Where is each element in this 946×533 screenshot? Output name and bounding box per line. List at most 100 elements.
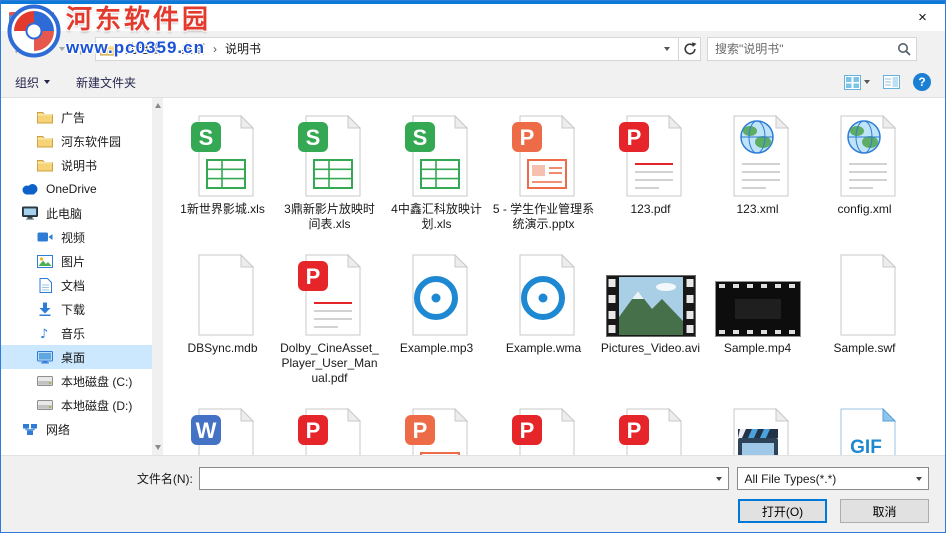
- sidebar-item-music[interactable]: ♪ 音乐: [1, 321, 163, 345]
- file-item[interactable]: Pictures_Video.avi: [597, 245, 704, 386]
- disk-icon: [36, 376, 54, 386]
- svg-text:P: P: [626, 125, 641, 150]
- change-view-button[interactable]: [844, 74, 870, 90]
- breadcrumb-item[interactable]: 说明书: [218, 38, 268, 60]
- sidebar-scrollbar[interactable]: [152, 98, 163, 455]
- file-item[interactable]: P: [276, 399, 383, 455]
- preview-pane-button[interactable]: [883, 75, 900, 89]
- file-item[interactable]: config.xml: [811, 106, 918, 232]
- help-button[interactable]: ?: [913, 73, 931, 91]
- filename-label: 文件名(N):: [136, 472, 193, 486]
- downloads-icon: [36, 302, 54, 316]
- filename-dropdown-icon[interactable]: [710, 468, 729, 489]
- sidebar-item-folder-ad[interactable]: 广告: [1, 105, 163, 129]
- address-bar[interactable]: 此电脑 › 桌面 › 说明书: [95, 37, 679, 61]
- close-button[interactable]: ×: [900, 4, 945, 31]
- sidebar-item-label: 图片: [61, 254, 86, 269]
- organize-menu[interactable]: 组织: [15, 74, 51, 91]
- svg-text:P: P: [305, 264, 320, 289]
- window-title: 打开: [31, 11, 56, 25]
- forward-button[interactable]: →: [31, 37, 55, 61]
- recent-locations-chevron-icon[interactable]: [55, 47, 69, 51]
- pdf-file-icon: P: [297, 245, 362, 337]
- sidebar-item-label: 文档: [61, 278, 86, 293]
- file-item[interactable]: Example.wma: [490, 245, 597, 386]
- gif-file-icon: GIF: [833, 399, 897, 455]
- organize-dropdown-icon: [44, 80, 51, 84]
- blank-file-icon: [191, 245, 255, 337]
- sidebar-item-desktop[interactable]: 桌面: [1, 345, 163, 369]
- sidebar-item-folder-manual[interactable]: 说明书: [1, 153, 163, 177]
- music-icon: ♪: [36, 326, 54, 340]
- sidebar-item-downloads[interactable]: 下载: [1, 297, 163, 321]
- refresh-button[interactable]: [679, 37, 701, 61]
- sidebar-item-disk-c[interactable]: 本地磁盘 (C:): [1, 369, 163, 393]
- computer-icon: [21, 206, 39, 220]
- file-item[interactable]: 123.xml: [704, 106, 811, 232]
- xml-file-icon: [726, 106, 790, 198]
- mp4-file-icon: [714, 245, 801, 337]
- scroll-down-icon[interactable]: [154, 445, 161, 450]
- sidebar-item-pictures[interactable]: 图片: [1, 249, 163, 273]
- file-item[interactable]: P: [597, 399, 704, 455]
- pptx-file-icon: P: [404, 399, 469, 455]
- file-item[interactable]: DBSync.mdb: [169, 245, 276, 386]
- file-name-label: 123.xml: [736, 202, 779, 216]
- xml-file-icon: [833, 106, 897, 198]
- blank-file-icon: [833, 245, 897, 337]
- file-name-label: 1新世界影城.xls: [180, 202, 265, 216]
- file-item[interactable]: P: [383, 399, 490, 455]
- pdf-file-icon: P: [297, 399, 362, 455]
- new-folder-label: 新建文件夹: [76, 75, 137, 90]
- sidebar-item-folder-hedong[interactable]: 河东软件园: [1, 129, 163, 153]
- file-item[interactable]: [704, 399, 811, 455]
- scroll-up-icon[interactable]: [154, 103, 161, 108]
- sidebar-item-network[interactable]: 网络: [1, 417, 163, 441]
- network-icon: [21, 423, 39, 436]
- folder-icon: [36, 134, 54, 148]
- file-item[interactable]: P Dolby_CineAsset_Player_User_Manual.pdf: [276, 245, 383, 386]
- file-item[interactable]: P 123.pdf: [597, 106, 704, 232]
- file-item[interactable]: GIF: [811, 399, 918, 455]
- back-button[interactable]: ←: [7, 37, 31, 61]
- audio-file-icon: [512, 245, 576, 337]
- sidebar-item-label: 音乐: [61, 326, 86, 341]
- svg-text:S: S: [412, 125, 427, 150]
- sidebar-item-label: 本地磁盘 (C:): [61, 374, 133, 389]
- breadcrumb: 此电脑 › 桌面 › 说明书: [118, 38, 268, 60]
- filename-input[interactable]: [198, 467, 730, 490]
- doc-file-icon: W: [190, 399, 255, 455]
- file-name-label: Pictures_Video.avi: [600, 341, 701, 355]
- filetype-value: All File Types(*.*): [744, 471, 837, 486]
- sidebar-item-disk-d[interactable]: 本地磁盘 (D:): [1, 393, 163, 417]
- file-item[interactable]: Sample.mp4: [704, 245, 811, 386]
- xls-file-icon: S: [190, 106, 255, 198]
- cancel-button[interactable]: 取消: [840, 499, 929, 523]
- app-icon: [8, 10, 24, 26]
- file-item[interactable]: Example.mp3: [383, 245, 490, 386]
- sidebar-item-this-pc[interactable]: 此电脑: [1, 201, 163, 225]
- pdf-file-icon: P: [618, 106, 683, 198]
- file-item[interactable]: S 3鼎新影片放映时间表.xls: [276, 106, 383, 232]
- file-item[interactable]: P 5 - 学生作业管理系统演示.pptx: [490, 106, 597, 232]
- file-item[interactable]: S 1新世界影城.xls: [169, 106, 276, 232]
- breadcrumb-item[interactable]: 桌面: [174, 38, 212, 60]
- open-button[interactable]: 打开(O): [738, 499, 827, 523]
- file-item[interactable]: P: [490, 399, 597, 455]
- file-item[interactable]: Sample.swf: [811, 245, 918, 386]
- file-item[interactable]: S 4中鑫汇科放映计划.xls: [383, 106, 490, 232]
- sidebar-item-label: 广告: [61, 110, 86, 125]
- filetype-dropdown[interactable]: All File Types(*.*): [737, 467, 929, 490]
- search-input[interactable]: [708, 42, 897, 56]
- new-folder-button[interactable]: 新建文件夹: [76, 74, 136, 91]
- sidebar-item-onedrive[interactable]: OneDrive: [1, 177, 163, 201]
- sidebar-item-label: OneDrive: [46, 182, 97, 196]
- sidebar-item-documents[interactable]: 文档: [1, 273, 163, 297]
- breadcrumb-item[interactable]: 此电脑: [118, 38, 168, 60]
- titlebar[interactable]: 打开 ×: [1, 4, 945, 31]
- search-icon[interactable]: [897, 42, 911, 56]
- sidebar-item-videos[interactable]: 视频: [1, 225, 163, 249]
- up-button[interactable]: ↑: [69, 37, 93, 61]
- address-dropdown-icon[interactable]: [660, 47, 674, 51]
- file-item[interactable]: W: [169, 399, 276, 455]
